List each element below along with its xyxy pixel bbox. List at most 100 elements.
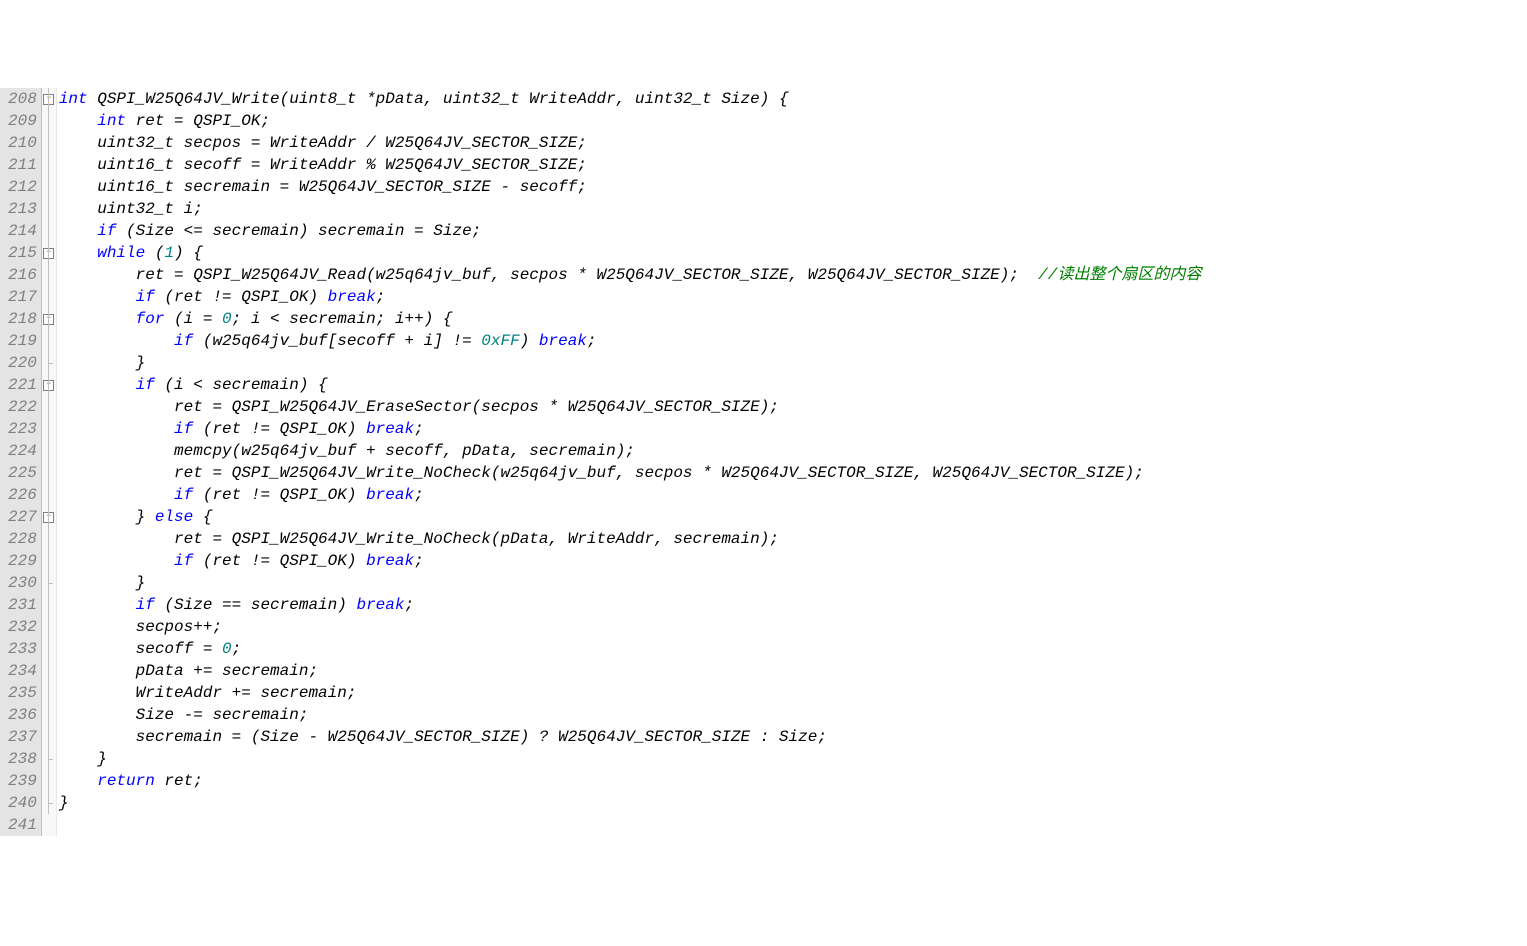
code-line[interactable]: if (Size <= secremain) secremain = Size; bbox=[59, 220, 1202, 242]
keyword-token: break bbox=[366, 486, 414, 504]
text-token: ) bbox=[520, 332, 539, 350]
line-number: 208 bbox=[8, 88, 37, 110]
code-line[interactable]: pData += secremain; bbox=[59, 660, 1202, 682]
line-number: 210 bbox=[8, 132, 37, 154]
text-token: ret; bbox=[155, 772, 203, 790]
code-line[interactable]: secoff = 0; bbox=[59, 638, 1202, 660]
text-token: pData += secremain; bbox=[59, 662, 318, 680]
code-line[interactable]: if (Size == secremain) break; bbox=[59, 594, 1202, 616]
code-line[interactable]: ret = QSPI_W25Q64JV_EraseSector(secpos *… bbox=[59, 396, 1202, 418]
code-line[interactable]: } bbox=[59, 352, 1202, 374]
code-line[interactable]: secremain = (Size - W25Q64JV_SECTOR_SIZE… bbox=[59, 726, 1202, 748]
code-line[interactable]: } bbox=[59, 572, 1202, 594]
line-number: 239 bbox=[8, 770, 37, 792]
fold-guide bbox=[42, 154, 56, 176]
fold-toggle-icon[interactable] bbox=[42, 506, 56, 528]
text-token: memcpy(w25q64jv_buf + secoff, pData, sec… bbox=[59, 442, 635, 460]
code-line[interactable]: if (ret != QSPI_OK) break; bbox=[59, 550, 1202, 572]
keyword-token: if bbox=[136, 288, 155, 306]
text-token: (i < secremain) { bbox=[155, 376, 328, 394]
code-line[interactable]: uint32_t i; bbox=[59, 198, 1202, 220]
line-number: 240 bbox=[8, 792, 37, 814]
line-number: 220 bbox=[8, 352, 37, 374]
text-token: (ret != QSPI_OK) bbox=[193, 486, 366, 504]
code-line[interactable]: uint16_t secremain = W25Q64JV_SECTOR_SIZ… bbox=[59, 176, 1202, 198]
fold-guide bbox=[42, 396, 56, 418]
text-token: ret = QSPI_W25Q64JV_Write_NoCheck(pData,… bbox=[59, 530, 779, 548]
line-number: 222 bbox=[8, 396, 37, 418]
text-token: (ret != QSPI_OK) bbox=[193, 552, 366, 570]
text-token: uint16_t secoff = WriteAddr % W25Q64JV_S… bbox=[59, 156, 587, 174]
code-line[interactable]: Size -= secremain; bbox=[59, 704, 1202, 726]
code-line[interactable]: if (ret != QSPI_OK) break; bbox=[59, 484, 1202, 506]
line-number: 223 bbox=[8, 418, 37, 440]
code-line[interactable]: int QSPI_W25Q64JV_Write(uint8_t *pData, … bbox=[59, 88, 1202, 110]
code-line[interactable]: ret = QSPI_W25Q64JV_Read(w25q64jv_buf, s… bbox=[59, 264, 1202, 286]
keyword-token: break bbox=[356, 596, 404, 614]
text-token: (ret != QSPI_OK) bbox=[155, 288, 328, 306]
text-token: ret = QSPI_OK; bbox=[126, 112, 270, 130]
keyword-token: int bbox=[97, 112, 126, 130]
fold-guide bbox=[42, 462, 56, 484]
code-line[interactable]: ret = QSPI_W25Q64JV_Write_NoCheck(w25q64… bbox=[59, 462, 1202, 484]
text-token: ( bbox=[145, 244, 164, 262]
number-token: 0xFF bbox=[481, 332, 519, 350]
fold-column[interactable] bbox=[42, 88, 57, 836]
fold-guide bbox=[42, 330, 56, 352]
code-line[interactable]: return ret; bbox=[59, 770, 1202, 792]
keyword-token: break bbox=[328, 288, 376, 306]
code-line[interactable]: } bbox=[59, 748, 1202, 770]
fold-guide bbox=[42, 704, 56, 726]
code-line[interactable]: uint32_t secpos = WriteAddr / W25Q64JV_S… bbox=[59, 132, 1202, 154]
text-token bbox=[59, 244, 97, 262]
code-line[interactable]: ret = QSPI_W25Q64JV_Write_NoCheck(pData,… bbox=[59, 528, 1202, 550]
text-token: ; bbox=[587, 332, 597, 350]
code-line[interactable]: if (i < secremain) { bbox=[59, 374, 1202, 396]
text-token: ; bbox=[232, 640, 242, 658]
fold-toggle-icon[interactable] bbox=[42, 88, 56, 110]
code-line[interactable]: uint16_t secoff = WriteAddr % W25Q64JV_S… bbox=[59, 154, 1202, 176]
line-number: 241 bbox=[8, 814, 37, 836]
text-token: secpos++; bbox=[59, 618, 222, 636]
text-token bbox=[59, 376, 136, 394]
code-line[interactable]: secpos++; bbox=[59, 616, 1202, 638]
keyword-token: if bbox=[97, 222, 116, 240]
text-token: QSPI_W25Q64JV_Write(uint8_t *pData, uint… bbox=[88, 90, 789, 108]
text-token: (Size <= secremain) secremain = Size; bbox=[116, 222, 481, 240]
line-number: 209 bbox=[8, 110, 37, 132]
text-token bbox=[59, 772, 97, 790]
code-line[interactable]: if (ret != QSPI_OK) break; bbox=[59, 418, 1202, 440]
line-number: 226 bbox=[8, 484, 37, 506]
fold-toggle-icon[interactable] bbox=[42, 374, 56, 396]
line-number: 217 bbox=[8, 286, 37, 308]
code-area[interactable]: int QSPI_W25Q64JV_Write(uint8_t *pData, … bbox=[57, 88, 1202, 836]
code-line[interactable]: for (i = 0; i < secremain; i++) { bbox=[59, 308, 1202, 330]
code-line[interactable]: while (1) { bbox=[59, 242, 1202, 264]
line-number: 227 bbox=[8, 506, 37, 528]
keyword-token: if bbox=[174, 486, 193, 504]
code-line[interactable] bbox=[59, 814, 1202, 836]
line-number: 212 bbox=[8, 176, 37, 198]
text-token bbox=[59, 552, 174, 570]
text-token: WriteAddr += secremain; bbox=[59, 684, 357, 702]
keyword-token: if bbox=[136, 376, 155, 394]
fold-guide bbox=[42, 682, 56, 704]
code-line[interactable]: } bbox=[59, 792, 1202, 814]
code-line[interactable]: } else { bbox=[59, 506, 1202, 528]
text-token: ; bbox=[376, 288, 386, 306]
text-token: uint16_t secremain = W25Q64JV_SECTOR_SIZ… bbox=[59, 178, 587, 196]
fold-toggle-icon[interactable] bbox=[42, 308, 56, 330]
text-token: ; bbox=[404, 596, 414, 614]
code-line[interactable]: WriteAddr += secremain; bbox=[59, 682, 1202, 704]
line-number: 213 bbox=[8, 198, 37, 220]
keyword-token: for bbox=[136, 310, 165, 328]
fold-toggle-icon[interactable] bbox=[42, 242, 56, 264]
code-editor[interactable]: 2082092102112122132142152162172182192202… bbox=[0, 88, 1527, 836]
code-line[interactable]: memcpy(w25q64jv_buf + secoff, pData, sec… bbox=[59, 440, 1202, 462]
code-line[interactable]: if (w25q64jv_buf[secoff + i] != 0xFF) br… bbox=[59, 330, 1202, 352]
line-number: 219 bbox=[8, 330, 37, 352]
code-line[interactable]: if (ret != QSPI_OK) break; bbox=[59, 286, 1202, 308]
keyword-token: if bbox=[174, 332, 193, 350]
text-token bbox=[59, 288, 136, 306]
code-line[interactable]: int ret = QSPI_OK; bbox=[59, 110, 1202, 132]
